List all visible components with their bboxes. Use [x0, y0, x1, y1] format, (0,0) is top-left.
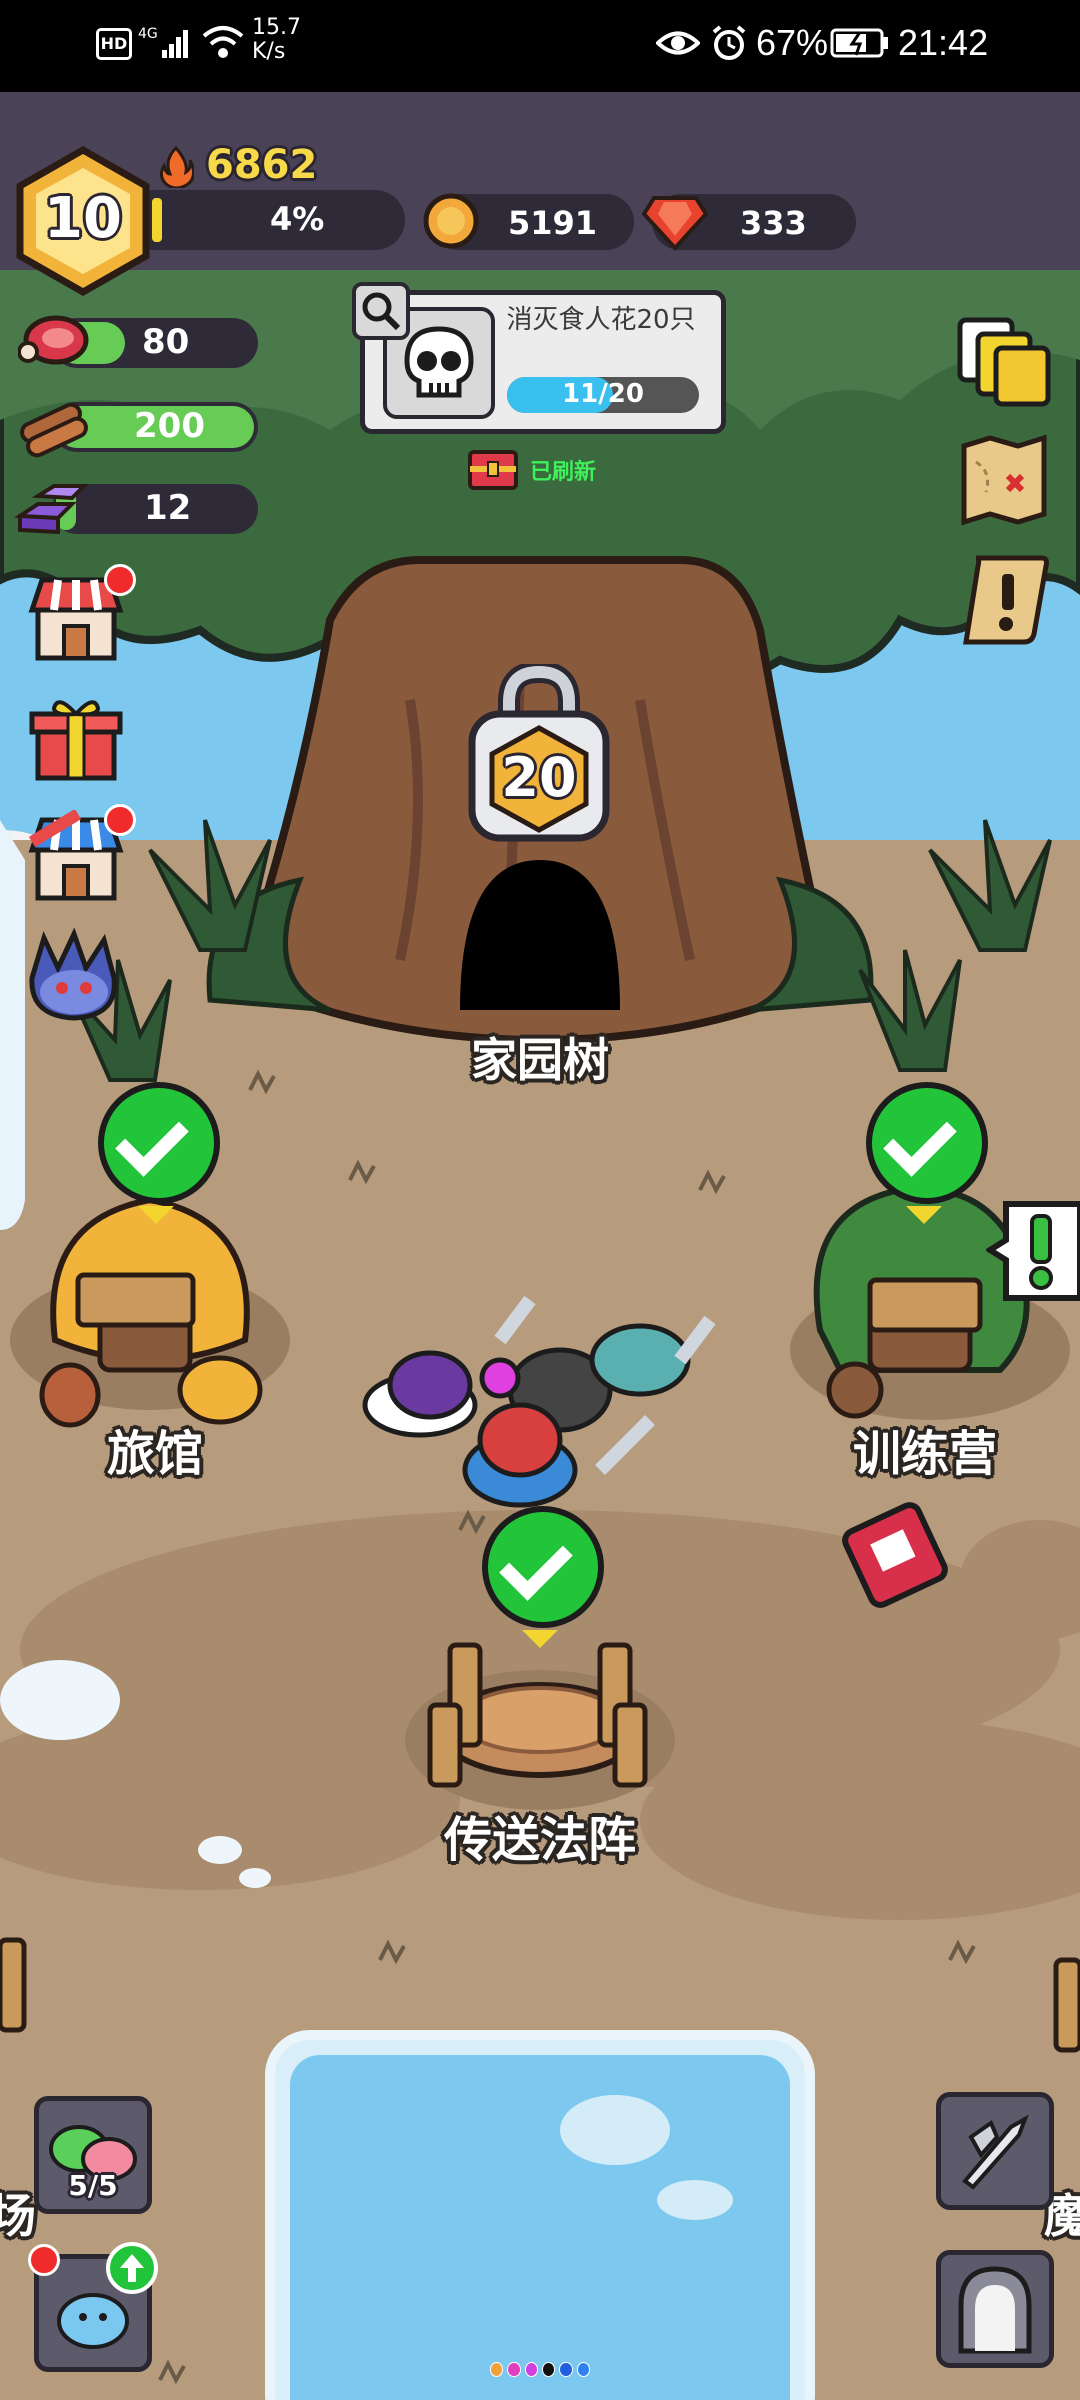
exp-bar-fill [152, 198, 162, 242]
forge-button[interactable] [936, 2092, 1054, 2210]
exp-percent: 4% [270, 200, 325, 238]
shop-notification-dot [104, 564, 136, 596]
notice-scroll-button[interactable] [956, 550, 1052, 654]
hd-icon: HD [96, 28, 132, 60]
battery-percent: 67% [756, 22, 829, 63]
status-bar: HD 4G 15.7 K/s 67% 21:42 [0, 0, 1080, 92]
page-dot [490, 2362, 504, 2377]
slime-upgrade-notification-dot [28, 2244, 60, 2276]
home-tree-label[interactable]: 家园树 [440, 1024, 640, 1090]
wood-value: 200 [134, 406, 205, 446]
wood-icon [16, 392, 92, 462]
boss-monster-button[interactable] [24, 927, 124, 1028]
quest-progress-bar: 11/20 [507, 377, 699, 413]
fire-icon [158, 145, 195, 192]
refresh-tag: 已刷新 [468, 450, 610, 490]
4g-signal-icon: 4G [138, 22, 194, 62]
magnifier-icon[interactable] [352, 282, 410, 344]
portal-label[interactable]: 传送法阵 [400, 1800, 680, 1870]
inn-pointer [138, 1206, 174, 1224]
page-dot [559, 2362, 573, 2377]
inn-label[interactable]: 旅馆 [60, 1414, 250, 1484]
quest-title: 消灭食人花20只 [506, 305, 696, 335]
portal-pointer [522, 1630, 558, 1648]
ore-ingot-icon [13, 474, 90, 544]
ore-value: 12 [144, 488, 192, 528]
training-check-icon [866, 1082, 988, 1204]
tree-lock-level: 20 [501, 746, 577, 809]
clock: 21:42 [898, 22, 989, 63]
tree-lock-badge[interactable]: 20 [466, 660, 612, 844]
training-pointer [906, 1206, 942, 1224]
page-dot [576, 2362, 590, 2377]
battery-icon [830, 28, 890, 62]
discount-shop-notification-dot [104, 804, 136, 836]
gem-value: 333 [740, 204, 807, 242]
alarm-icon [710, 24, 748, 66]
slime-counter: 5/5 [68, 2169, 118, 2202]
slime-team-button[interactable]: 5/5 [34, 2096, 152, 2214]
page-dot [524, 2362, 538, 2377]
gold-coin-icon [422, 192, 480, 254]
quest-panel[interactable]: 消灭食人花20只 11/20 [360, 290, 726, 434]
power-value: 6862 [206, 142, 318, 188]
player-level: 10 [44, 186, 122, 251]
net-speed: 15.7 K/s [252, 15, 301, 64]
exp-bar: 4% [120, 190, 405, 250]
exclamation-bubble-icon[interactable] [984, 1198, 1080, 1312]
chest-icon [466, 444, 520, 498]
gold-value: 5191 [508, 204, 598, 242]
refresh-label: 已刷新 [530, 460, 597, 485]
training-camp-label[interactable]: 训练营 [820, 1414, 1030, 1484]
svg-text:4G: 4G [138, 26, 158, 42]
left-edge-building-label[interactable]: 场 [0, 2180, 36, 2246]
upgrade-arrow-icon [104, 2240, 160, 2300]
meat-value: 80 [142, 322, 190, 362]
eye-icon [655, 28, 701, 62]
page-indicator [490, 2362, 590, 2378]
ruby-icon [641, 190, 709, 256]
quest-progress-label: 11/20 [562, 379, 644, 409]
portal-check-icon [482, 1506, 604, 1628]
inn-check-icon [98, 1082, 220, 1204]
treasure-map-button[interactable] [956, 432, 1052, 532]
level-badge[interactable]: 10 [14, 145, 152, 297]
page-dot [541, 2362, 556, 2377]
portal-gate-button[interactable] [936, 2250, 1054, 2368]
page-dot [507, 2362, 521, 2377]
gift-button[interactable] [28, 688, 124, 788]
cards-button[interactable] [954, 314, 1054, 414]
meat-icon [17, 310, 90, 374]
wifi-icon [200, 22, 246, 62]
